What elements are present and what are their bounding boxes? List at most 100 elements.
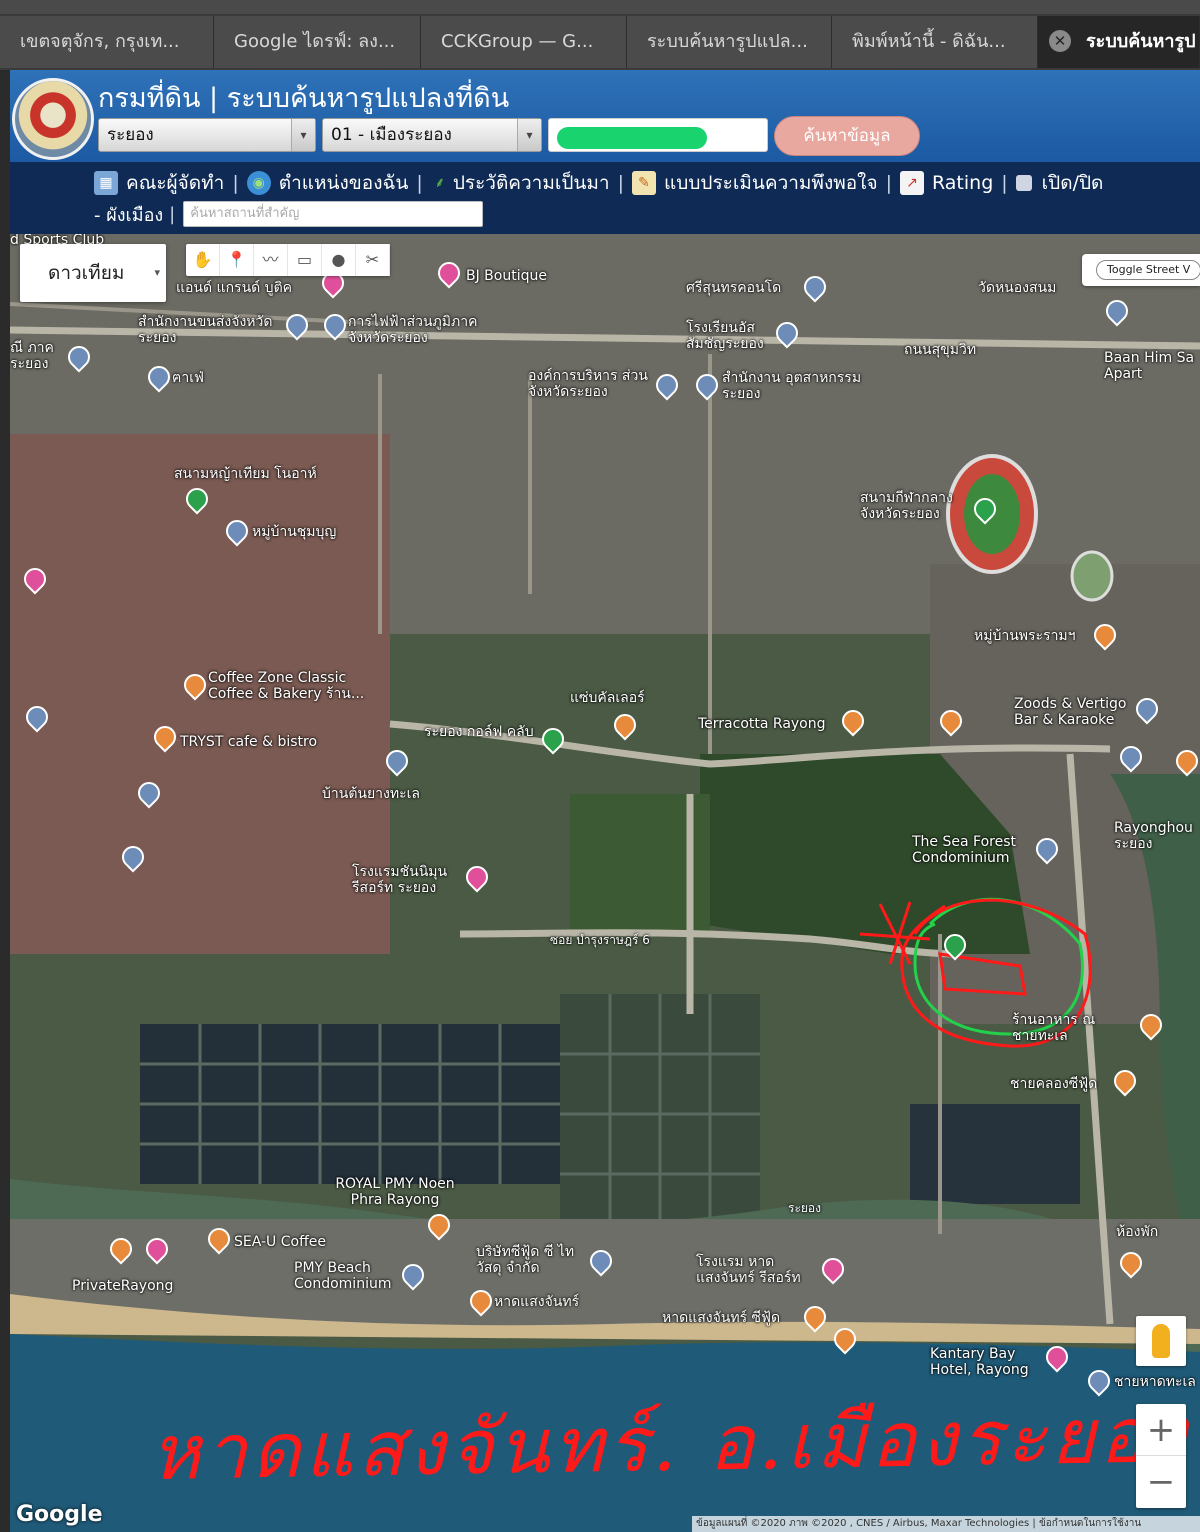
map-label: ROYAL PMY Noen Phra Rayong — [335, 1176, 455, 1208]
map-label: PrivateRayong — [72, 1278, 174, 1294]
map-label: บ้านต้นยางทะเล — [322, 786, 420, 802]
chevron-down-icon: ▾ — [154, 266, 160, 279]
map-attribution[interactable]: ข้อมูลแผนที่ ©2020 ภาพ ©2020 , CNES / Ai… — [692, 1516, 1200, 1532]
search-button[interactable]: ค้นหาข้อมูล — [774, 116, 920, 156]
page-title: กรมที่ดิน | ระบบค้นหารูปแปลงที่ดิน — [98, 83, 510, 114]
nav-item-survey[interactable]: ✎ แบบประเมินความพึงพอใจ — [632, 168, 878, 198]
nav-separator: | — [416, 172, 423, 194]
map-label: โรงแรมชันนิมุน รีสอร์ท ระยอง — [352, 864, 448, 896]
map-label: หาดแสงจันทร์ — [494, 1294, 580, 1310]
browser-tab-bar: เขตจตุจักร, กรุงเท... Google ไดรฟ์: ลง..… — [0, 0, 1200, 70]
map-label: ศรีสุนทรคอนโด — [686, 280, 782, 296]
chevron-down-icon: ▾ — [291, 119, 315, 151]
nav-row-2: - ผังเมือง | ค้นหาสถานที่สำคัญ — [94, 200, 484, 229]
redaction-mark — [557, 127, 707, 149]
map-label: ระยอง กอล์ฟ คลับ — [424, 724, 534, 740]
marker-icon[interactable]: 📍 — [220, 244, 254, 276]
map-label: สนามกีฬากลาง จังหวัดระยอง — [860, 490, 953, 522]
chart-icon: ↗ — [900, 171, 924, 195]
map-label: สำนักงานขนส่งจังหวัดระยอง — [138, 314, 273, 346]
map-view[interactable]: d Sports Club BJ Boutique ศรีสุนทรคอนโด … — [10, 234, 1200, 1532]
zoom-in-button[interactable]: + — [1136, 1404, 1186, 1456]
zoom-out-button[interactable]: − — [1136, 1456, 1186, 1508]
map-label: BJ Boutique — [466, 268, 547, 284]
circle-icon[interactable]: ● — [322, 244, 356, 276]
district-select-value: 01 - เมืองระยอง — [331, 125, 452, 145]
browser-tab-4[interactable]: ระบบค้นหารูปแปล... — [627, 16, 832, 68]
map-label: ชายคลองซีฟู้ด — [1010, 1076, 1098, 1092]
nav-separator: | — [885, 172, 892, 194]
map-label: Baan Him Sa Apart — [1104, 350, 1195, 382]
google-logo: Google — [16, 1502, 103, 1527]
nav-item-history[interactable]: ⸙ ประวัติความเป็นมา — [431, 168, 610, 198]
map-label: องค์การบริหาร ส่วนจังหวัดระยอง — [528, 368, 648, 400]
site-header: กรมที่ดิน | ระบบค้นหารูปแปลงที่ดิน ระยอง… — [10, 70, 1200, 162]
nav-separator: | — [1001, 172, 1008, 194]
department-seal-icon — [12, 78, 94, 160]
map-label: หาดแสงจันทร์ ซีฟู้ด — [662, 1310, 781, 1326]
checkbox-icon[interactable] — [1015, 175, 1032, 191]
map-label: Zoods & Vertigo Bar & Karaoke — [1014, 696, 1127, 728]
browser-tab-2[interactable]: Google ไดรฟ์: ลง... — [214, 16, 421, 68]
nav-separator: | — [617, 172, 625, 194]
map-type-value: ดาวเทียม — [48, 262, 125, 284]
pan-hand-icon[interactable]: ✋ — [186, 244, 220, 276]
rectangle-icon[interactable]: ▭ — [288, 244, 322, 276]
drawing-toolbar: ✋ 📍 〰 ▭ ● ✂ — [186, 244, 390, 276]
form-icon: ✎ — [632, 171, 657, 195]
nav-item-team[interactable]: ▦ คณะผู้จัดทำ — [94, 168, 224, 198]
map-label: ถนนสุขุมวิท — [904, 342, 977, 358]
sprout-icon: ⸙ — [434, 175, 446, 191]
map-label: Rayonghou ระยอง — [1114, 820, 1193, 852]
nav-item-my-location[interactable]: ◉ ตำแหน่งของฉัน — [246, 168, 409, 198]
province-select[interactable]: ระยอง ▾ — [98, 118, 316, 152]
nav-item-label: ตำแหน่งของฉัน — [278, 172, 409, 194]
handwritten-note: หาดแสงจันทร์. อ.เมืองระยอง — [149, 1389, 1191, 1498]
map-icon: ▦ — [94, 171, 118, 195]
map-label: Kantary Bay Hotel, Rayong — [930, 1346, 1029, 1378]
chevron-down-icon: ▾ — [517, 119, 541, 151]
map-label: ระยอง — [788, 1201, 821, 1215]
browser-top-strip — [0, 0, 1200, 14]
nav-item-label: คณะผู้จัดทำ — [126, 172, 225, 194]
map-label: สำนักงาน อุตสาหกรรมระยอง — [722, 370, 862, 402]
map-label: การไฟฟ้าส่วนภูมิภาค จังหวัดระยอง — [348, 314, 478, 346]
nav-item-label: เปิด/ปิด — [1041, 172, 1104, 194]
district-select[interactable]: 01 - เมืองระยอง ▾ — [322, 118, 542, 152]
close-tab-icon[interactable]: ✕ — [1049, 30, 1071, 52]
map-type-select[interactable]: ดาวเทียม ▾ — [20, 244, 166, 302]
globe-icon: ◉ — [246, 171, 271, 195]
map-label: ห้องพัก — [1116, 1224, 1159, 1240]
toggle-street-view-label: Toggle Street V — [1096, 260, 1200, 280]
polygon-icon[interactable]: ✂ — [356, 244, 390, 276]
nav-separator: | — [169, 203, 176, 225]
map-label: โรงแรม หาด แสงจันทร์ รีสอร์ท — [696, 1254, 801, 1286]
nav-bar: ▦ คณะผู้จัดทำ | ◉ ตำแหน่งของฉัน | ⸙ ประว… — [10, 162, 1200, 234]
map-label: ฅาเฟ่ — [172, 370, 204, 386]
map-label: หมู่บ้านพระรามฯ — [974, 628, 1076, 644]
nav-item-toggle[interactable]: เปิด/ปิด — [1015, 168, 1104, 198]
nav-item-label: แบบประเมินความพึงพอใจ — [664, 172, 878, 194]
parcel-number-input[interactable] — [548, 118, 768, 152]
toggle-street-view-button[interactable]: Toggle Street V — [1082, 254, 1200, 286]
nav-item-label: ประวัติความเป็นมา — [452, 172, 610, 194]
browser-tab-1[interactable]: เขตจตุจักร, กรุงเท... — [0, 16, 214, 68]
map-label: TRYST cafe & bistro — [180, 734, 318, 750]
map-label: แซ่บคัลเลอร์ — [570, 690, 645, 706]
map-label: ร้านอาหาร ณ ชายทะเล — [1012, 1012, 1096, 1044]
map-label: ณี ภาค ระยอง — [10, 340, 54, 372]
satellite-imagery — [10, 234, 1200, 1532]
browser-tab-5[interactable]: พิมพ์หน้านี้ - ดิฉัน... — [832, 16, 1038, 68]
pegman-icon[interactable] — [1136, 1316, 1186, 1366]
map-label: บริษัทซีฟู้ด ซี ไทวัสดุ จำกัด — [476, 1244, 575, 1276]
nav-item-rating[interactable]: ↗ Rating — [900, 171, 993, 195]
province-select-value: ระยอง — [107, 125, 154, 145]
place-search-input[interactable]: ค้นหาสถานที่สำคัญ — [183, 201, 484, 227]
map-label: The Sea Forest Condominium — [912, 834, 1016, 866]
city-plan-link[interactable]: - ผังเมือง — [94, 200, 163, 229]
map-label: แอนด์ แกรนด์ บูติค — [176, 280, 293, 296]
nav-item-label: Rating — [932, 172, 994, 194]
map-label: ซอย บำรุงราษฎร์ 6 — [550, 933, 650, 947]
polyline-icon[interactable]: 〰 — [254, 244, 288, 276]
browser-tab-3[interactable]: CCKGroup — G... — [421, 16, 627, 68]
